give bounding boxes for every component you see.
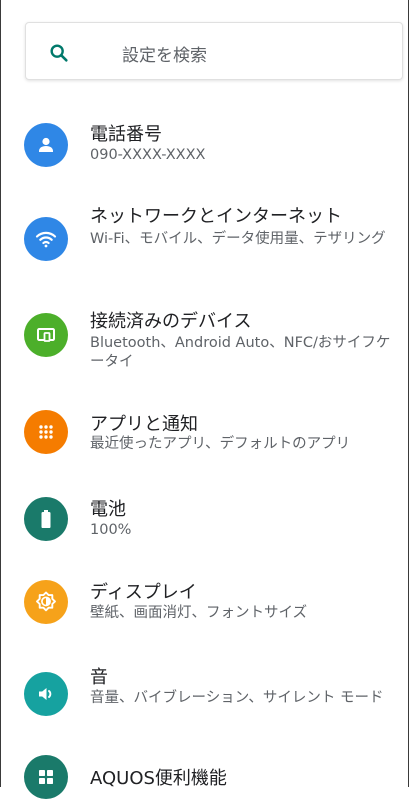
item-title: AQUOS便利機能 [90, 768, 227, 789]
item-subtitle: Wi-Fi、モバイル、データ使用量、テザリング [90, 231, 386, 247]
settings-item-phone-number[interactable]: 電話番号 090-XXXX-XXXX [1, 110, 410, 180]
search-placeholder: 設定を検索 [122, 46, 207, 66]
devices-icon [24, 313, 68, 357]
settings-item-network[interactable]: ネットワークとインターネット Wi-Fi、モバイル、データ使用量、テザリング [1, 195, 410, 285]
search-bar[interactable]: 設定を検索 [25, 22, 403, 80]
brightness-icon [24, 580, 68, 624]
settings-item-battery[interactable]: 電池 100% [1, 485, 410, 550]
settings-item-sound[interactable]: 音 音量、バイブレーション、サイレント モード [1, 655, 410, 735]
item-title: ネットワークとインターネット [90, 206, 342, 227]
wifi-icon [24, 217, 68, 261]
item-title: 接続済みのデバイス [90, 311, 252, 332]
search-icon [48, 42, 70, 64]
settings-item-connected-devices[interactable]: 接続済みのデバイス Bluetooth、Android Auto、NFC/おサイ… [1, 300, 410, 380]
battery-icon [24, 497, 68, 541]
item-subtitle: Bluetooth、Android Auto、NFC/おサイフケータイ [90, 335, 391, 370]
item-subtitle: 100% [90, 522, 132, 538]
item-subtitle: 音量、バイブレーション、サイレント モード [90, 690, 384, 706]
volume-icon [24, 672, 68, 716]
settings-item-aquos-features[interactable]: AQUOS便利機能 [1, 750, 410, 799]
item-title: アプリと通知 [90, 414, 198, 435]
aquos-grid-icon [24, 755, 68, 799]
item-subtitle: 壁紙、画面消灯、フォントサイズ [90, 605, 308, 621]
settings-item-apps-notifications[interactable]: アプリと通知 最近使ったアプリ、デフォルトのアプリ [1, 400, 410, 465]
item-title: ディスプレイ [90, 582, 197, 603]
person-icon [24, 123, 68, 167]
screen-frame: 設定を検索 電話番号 090-XXXX-XXXX ネットワークとインターネット … [0, 0, 410, 799]
item-subtitle: 最近使ったアプリ、デフォルトのアプリ [90, 436, 351, 452]
item-title: 音 [90, 667, 108, 688]
apps-grid-icon [24, 410, 68, 454]
item-subtitle: 090-XXXX-XXXX [90, 147, 206, 163]
item-title: 電池 [90, 499, 126, 520]
settings-item-display[interactable]: ディスプレイ 壁紙、画面消灯、フォントサイズ [1, 570, 410, 635]
item-title: 電話番号 [90, 124, 162, 145]
